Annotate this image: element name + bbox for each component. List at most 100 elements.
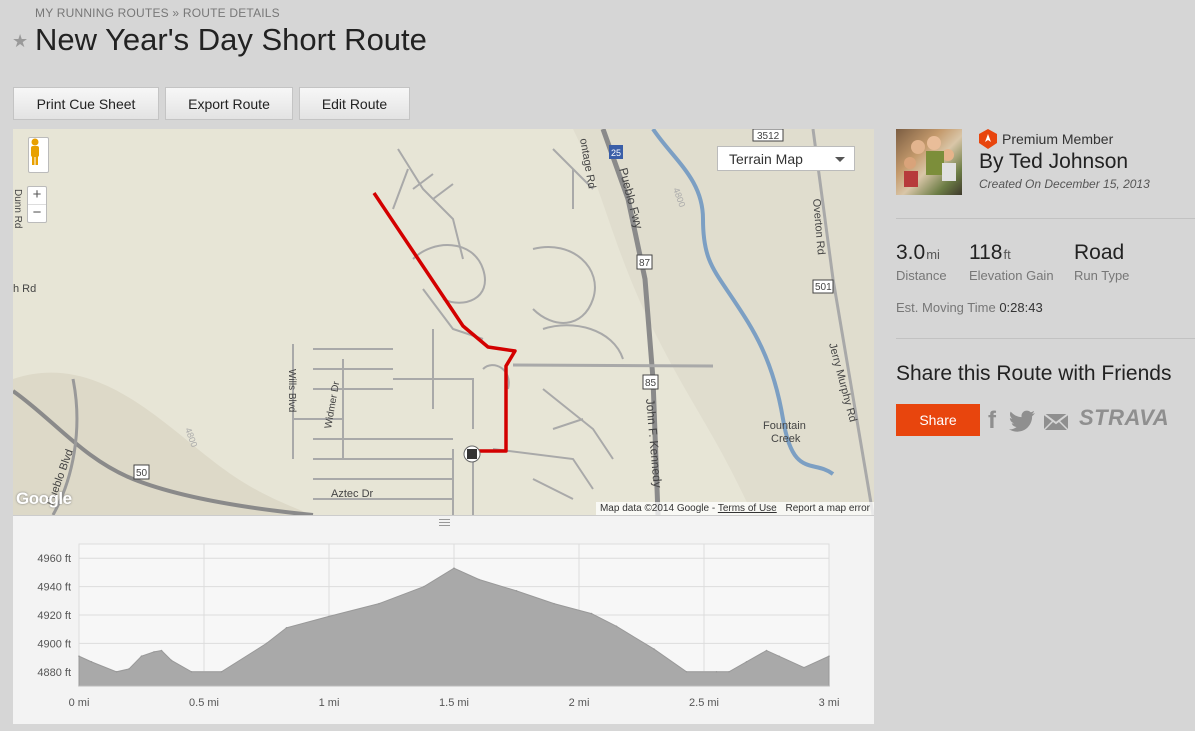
breadcrumb-parent-link[interactable]: MY RUNNING ROUTES <box>35 6 169 20</box>
elevation-data-point <box>153 651 155 653</box>
y-tick-label: 4960 ft <box>37 553 71 565</box>
map-label: Widmer Dr <box>323 380 342 430</box>
moving-time-value: 0:28:43 <box>999 300 1043 315</box>
pegman-icon <box>31 138 39 165</box>
running-route-line <box>372 192 517 453</box>
divider <box>896 338 1195 339</box>
terms-of-use-link[interactable]: Terms of Use <box>718 503 777 514</box>
x-tick-label: 2 mi <box>569 697 590 709</box>
elevation-data-point <box>685 671 688 673</box>
x-tick-label: 3 mi <box>819 697 840 709</box>
stat-elevation-gain: 118ft Elevation Gain <box>969 241 1054 283</box>
map-label: Aztec Dr <box>331 488 374 500</box>
map-type-value: Terrain Map <box>729 151 803 167</box>
map-label: 85 <box>645 378 657 389</box>
elevation-data-point <box>115 671 118 673</box>
map-credit-separator: - <box>711 503 716 514</box>
elevation-data-point <box>653 648 655 650</box>
breadcrumb-current: ROUTE DETAILS <box>182 6 280 20</box>
elevation-data-point <box>265 642 268 645</box>
edit-route-button[interactable]: Edit Route <box>299 87 410 120</box>
zoom-out-button[interactable]: − <box>28 204 46 222</box>
map-label: 25 <box>611 148 621 158</box>
map-label: John F. Kennedy <box>643 398 665 488</box>
facebook-icon[interactable]: f <box>988 407 996 435</box>
terrain-shade <box>573 129 874 515</box>
elevation-data-point <box>515 590 518 592</box>
x-tick-label: 1 mi <box>319 697 340 709</box>
elevation-data-point <box>553 602 555 605</box>
elevation-data-point <box>590 612 593 615</box>
elevation-data-point <box>78 655 80 657</box>
map-canvas: 3512 25 87 85 50 501 Pueblo Fwy John F. … <box>13 129 874 515</box>
stat-run-type: Road Run Type <box>1074 241 1129 283</box>
author-name[interactable]: By Ted Johnson <box>979 150 1128 174</box>
export-route-button[interactable]: Export Route <box>165 87 293 120</box>
us85-crossroad <box>512 363 714 368</box>
route-map[interactable]: 3512 25 87 85 50 501 Pueblo Fwy John F. … <box>13 129 874 515</box>
map-label: 501 <box>815 282 832 293</box>
elevation-gain-label: Elevation Gain <box>969 268 1054 283</box>
google-logo: Google <box>16 489 72 508</box>
elevation-data-point <box>803 666 805 669</box>
stat-distance: 3.0mi Distance <box>896 241 947 283</box>
map-data-credit: Map data ©2014 Google <box>599 503 710 514</box>
strava-share-link[interactable]: STRAVA <box>1079 405 1169 431</box>
map-attribution: Map data ©2014 Google - Terms of Use Rep… <box>595 502 874 515</box>
elevation-data-point <box>728 671 730 673</box>
premium-badge: Premium Member <box>979 129 1113 149</box>
twitter-icon[interactable] <box>1009 410 1035 432</box>
share-button[interactable]: Share <box>896 404 980 436</box>
distance-label: Distance <box>896 268 947 283</box>
avatar-photo <box>904 136 956 187</box>
map-type-select[interactable]: Terrain Map <box>717 146 855 171</box>
y-tick-label: 4900 ft <box>37 638 71 650</box>
elevation-data-point <box>765 649 768 652</box>
breadcrumb-separator: » <box>172 6 180 20</box>
distance-value: 3.0 <box>896 241 926 264</box>
zoom-in-button[interactable]: + <box>28 187 46 204</box>
premium-member-label: Premium Member <box>1002 131 1114 147</box>
moving-time-label: Est. Moving Time <box>896 300 996 315</box>
distance-unit: mi <box>926 247 940 262</box>
elevation-chart: 4880 ft 4900 ft 4920 ft 4940 ft 4960 ft 0 mi 0… <box>37 543 840 709</box>
divider <box>896 218 1195 219</box>
map-label: 87 <box>639 258 651 269</box>
report-map-error-link[interactable]: Report a map error <box>786 503 870 514</box>
elevation-data-point <box>160 649 163 652</box>
elevation-gain-value: 118 <box>969 241 1003 264</box>
run-type-value: Road <box>1074 241 1125 264</box>
premium-member-icon <box>979 129 997 149</box>
resize-handle-icon[interactable] <box>439 519 450 526</box>
map-label: Dunn Rd <box>13 189 23 228</box>
map-label: Creek <box>771 433 801 445</box>
elevation-data-point <box>828 655 830 657</box>
favorite-star-icon[interactable]: ★ <box>12 31 28 52</box>
run-type-label: Run Type <box>1074 268 1130 283</box>
y-tick-label: 4880 ft <box>37 667 71 679</box>
elevation-data-point <box>170 659 173 662</box>
print-cue-sheet-button[interactable]: Print Cue Sheet <box>13 87 159 120</box>
x-tick-label: 1.5 mi <box>439 697 469 709</box>
x-tick-label: 0 mi <box>69 697 90 709</box>
email-icon[interactable] <box>1044 414 1068 430</box>
elevation-data-point <box>453 567 455 569</box>
elevation-data-point <box>220 671 223 673</box>
avatar[interactable] <box>896 129 962 195</box>
share-section-title: Share this Route with Friends <box>896 362 1172 385</box>
elevation-data-point <box>778 655 780 657</box>
elevation-data-point <box>378 602 380 605</box>
street-view-pegman-icon[interactable] <box>28 137 49 173</box>
elevation-data-point <box>478 578 480 581</box>
elevation-data-point <box>285 626 288 629</box>
x-tick-label: 2.5 mi <box>689 697 719 709</box>
map-label: 3512 <box>757 131 780 142</box>
finish-flag-icon <box>467 449 477 459</box>
elevation-data-point <box>328 615 330 618</box>
elevation-data-point <box>90 661 93 663</box>
elevation-data-point <box>140 655 143 657</box>
breadcrumb: MY RUNNING ROUTES » ROUTE DETAILS <box>35 6 280 20</box>
elevation-data-point <box>423 585 425 588</box>
map-label: Wills Blvd <box>286 369 297 412</box>
elevation-data-point <box>745 661 748 663</box>
